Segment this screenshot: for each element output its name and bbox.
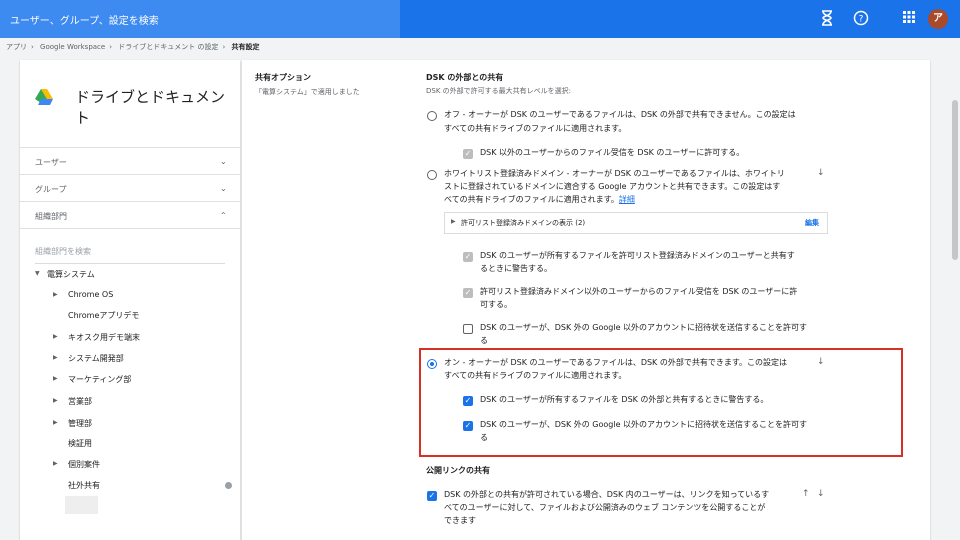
radio-on[interactable] bbox=[427, 359, 437, 369]
breadcrumb-drive-settings[interactable]: ドライブとドキュメント の設定 bbox=[118, 43, 218, 51]
public-link-heading: 公開リンクの共有 bbox=[426, 466, 490, 475]
placeholder-block bbox=[65, 496, 98, 514]
org-unit-search-input[interactable]: 組織部門を検索 bbox=[35, 246, 225, 264]
divider bbox=[20, 201, 240, 202]
external-sharing-heading: DSK の外部との共有 bbox=[426, 73, 504, 82]
tree-item[interactable]: Chromeアプリデモ bbox=[68, 310, 139, 321]
option-on-text-2: すべての共有ドライブのファイルに適用されます。 bbox=[444, 371, 627, 380]
option-off-text-1: オフ - オーナーが DSK のユーザーであるファイルは、DSK の外部で共有で… bbox=[444, 110, 796, 119]
apps-grid-icon[interactable] bbox=[900, 10, 918, 30]
page-title: ドライブとドキュメント bbox=[75, 88, 226, 127]
option-whitelist-text-1: ホワイトリスト登録済みドメイン - オーナーが DSK のユーザーであるファイル… bbox=[444, 169, 785, 178]
tree-item[interactable]: ▶ 個別案件 bbox=[53, 459, 100, 470]
section-applied-note: 「電算システム」で適用しました bbox=[255, 88, 360, 96]
left-panel: ドライブとドキュメント ユーザー ⌄ グループ ⌄ 組織部門 ⌃ 組織部門を検索… bbox=[20, 60, 240, 540]
learn-more-link[interactable]: 詳細 bbox=[619, 195, 635, 204]
help-icon[interactable]: ? bbox=[852, 10, 870, 32]
chevron-down-icon[interactable]: ⌄ bbox=[220, 157, 227, 166]
section-org-units[interactable]: 組織部門 bbox=[35, 211, 67, 222]
top-app-bar: ユーザー、グループ、設定を検索 ? ア bbox=[0, 0, 960, 38]
allowlist-label: 許可リスト登録済みドメインの表示 (2) bbox=[461, 219, 586, 227]
checkbox-on-invite-label-2: る bbox=[480, 433, 488, 442]
divider bbox=[20, 228, 240, 229]
tree-item-root[interactable]: ▼ 電算システム bbox=[35, 269, 95, 280]
allowlist-expander[interactable]: ▶ 許可リスト登録済みドメインの表示 (2) 編集 bbox=[444, 212, 828, 234]
option-off-text-2: すべての共有ドライブのファイルに適用されます。 bbox=[444, 124, 627, 133]
checkbox-wl-invite-label-1: DSK のユーザーが、DSK 外の Google 以外のアカウントに招待状を送信… bbox=[480, 323, 808, 332]
section-users[interactable]: ユーザー bbox=[35, 157, 67, 168]
checkbox-wl-warn[interactable]: ✓ bbox=[463, 252, 473, 262]
checkbox-wl-receive-label-2: 可する。 bbox=[480, 300, 512, 309]
arrow-down-icon: ↓ bbox=[817, 168, 825, 178]
breadcrumb-current: 共有設定 bbox=[231, 43, 260, 51]
checkbox-wl-invite-label-2: る bbox=[480, 336, 488, 345]
checkbox-on-invite[interactable]: ✓ bbox=[463, 421, 473, 431]
checkbox-wl-invite[interactable] bbox=[463, 324, 473, 334]
avatar[interactable]: ア bbox=[928, 9, 948, 29]
public-link-text-2: べてのユーザーに対して、ファイルおよび公開済みのウェブ コンテンツを公開すること… bbox=[444, 503, 766, 512]
edit-allowlist-button[interactable]: 編集 bbox=[805, 218, 819, 228]
tree-item[interactable]: ▶ キオスク用デモ端末 bbox=[53, 332, 140, 343]
status-dot bbox=[225, 482, 232, 489]
checkbox-wl-warn-label-1: DSK のユーザーが所有するファイルを許可リスト登録済みドメインのユーザーと共有… bbox=[480, 251, 795, 260]
tree-item-selected[interactable]: 社外共有 bbox=[68, 480, 100, 491]
option-on-text-1: オン - オーナーが DSK のユーザーであるファイルは、DSK の外部で共有で… bbox=[444, 358, 788, 367]
hourglass-icon[interactable] bbox=[818, 10, 836, 32]
tree-item[interactable]: ▶ マーケティング部 bbox=[53, 374, 131, 385]
checkbox-off-receive[interactable]: ✓ bbox=[463, 149, 473, 159]
arrow-down-icon: ↓ bbox=[817, 489, 825, 499]
tree-item[interactable]: ▶ システム開発部 bbox=[53, 353, 124, 364]
arrow-up-icon: ↑ bbox=[802, 489, 810, 499]
radio-whitelist[interactable] bbox=[427, 170, 437, 180]
tree-item[interactable]: ▶ 管理部 bbox=[53, 418, 92, 429]
section-title: 共有オプション bbox=[255, 73, 311, 82]
checkbox-wl-receive[interactable]: ✓ bbox=[463, 288, 473, 298]
tree-item[interactable]: 検証用 bbox=[68, 438, 92, 449]
chevron-up-icon[interactable]: ⌃ bbox=[220, 211, 227, 220]
checkbox-wl-receive-label-1: 許可リスト登録済みドメイン以外のユーザーからのファイル受信を DSK のユーザー… bbox=[480, 287, 798, 296]
tree-item[interactable]: ▶ 営業部 bbox=[53, 396, 92, 407]
checkbox-on-warn-label: DSK のユーザーが所有するファイルを DSK の外部と共有するときに警告する。 bbox=[480, 395, 769, 404]
option-whitelist-text-3: べての共有ドライブのファイルに適用されます。詳細 bbox=[444, 195, 635, 204]
expand-triangle-icon: ▶ bbox=[451, 218, 456, 225]
breadcrumb-workspace[interactable]: Google Workspace bbox=[40, 43, 105, 51]
svg-text:?: ? bbox=[859, 15, 864, 25]
divider bbox=[20, 147, 240, 148]
arrow-down-icon: ↓ bbox=[817, 357, 825, 367]
drive-logo-icon bbox=[35, 89, 53, 105]
search-input[interactable]: ユーザー、グループ、設定を検索 bbox=[0, 0, 400, 38]
checkbox-on-warn[interactable]: ✓ bbox=[463, 396, 473, 406]
tree-item[interactable]: ▶ Chrome OS bbox=[53, 290, 113, 299]
breadcrumb: アプリ › Google Workspace › ドライブとドキュメント の設定 › … bbox=[0, 38, 960, 56]
external-sharing-subheading: DSK の外部で許可する最大共有レベルを選択: bbox=[426, 87, 572, 95]
option-whitelist-text-2: ストに登録されているドメインに適合する Google アカウントと共有できます。… bbox=[444, 182, 781, 191]
public-link-text-1: DSK の外部との共有が許可されている場合、DSK 内のユーザーは、リンクを知っ… bbox=[444, 490, 770, 499]
chevron-down-icon[interactable]: ⌄ bbox=[220, 184, 227, 193]
radio-off[interactable] bbox=[427, 111, 437, 121]
checkbox-on-invite-label-1: DSK のユーザーが、DSK 外の Google 以外のアカウントに招待状を送信… bbox=[480, 420, 808, 429]
scrollbar-thumb[interactable] bbox=[952, 100, 958, 260]
checkbox-off-receive-label: DSK 以外のユーザーからのファイル受信を DSK のユーザーに許可する。 bbox=[480, 148, 745, 157]
checkbox-wl-warn-label-2: るときに警告する。 bbox=[480, 264, 552, 273]
breadcrumb-apps[interactable]: アプリ bbox=[6, 43, 27, 51]
public-link-text-3: できます bbox=[444, 516, 476, 525]
search-placeholder: ユーザー、グループ、設定を検索 bbox=[10, 16, 159, 27]
divider bbox=[20, 174, 240, 175]
section-groups[interactable]: グループ bbox=[35, 184, 67, 195]
checkbox-public-link[interactable]: ✓ bbox=[427, 491, 437, 501]
